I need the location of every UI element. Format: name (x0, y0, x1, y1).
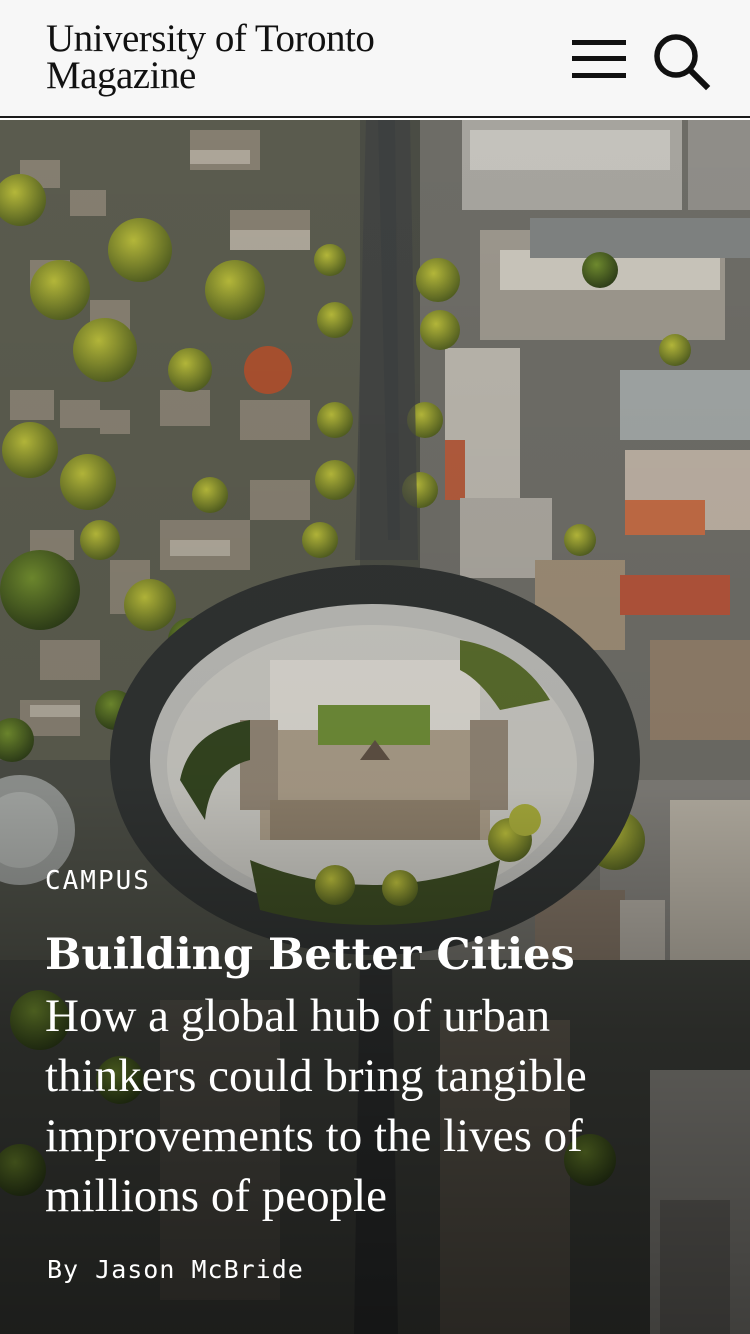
logo-line-1: University of Toronto (46, 17, 375, 60)
article-dek: How a global hub of urban thinkers could… (45, 990, 587, 1222)
search-icon (654, 34, 711, 91)
site-logo[interactable]: University of Toronto Magazine (46, 17, 375, 97)
logo-line-2: Magazine (46, 54, 196, 97)
article-byline: By Jason McBride (47, 1255, 304, 1284)
article-headline[interactable]: Building Better Cities (45, 928, 705, 982)
hero-article[interactable]: CAMPUS Building Better Cities How a glob… (0, 120, 750, 1334)
menu-button[interactable] (570, 36, 628, 84)
site-header: University of Toronto Magazine (0, 0, 750, 118)
search-button[interactable] (650, 30, 712, 92)
category-label[interactable]: CAMPUS (45, 866, 151, 896)
